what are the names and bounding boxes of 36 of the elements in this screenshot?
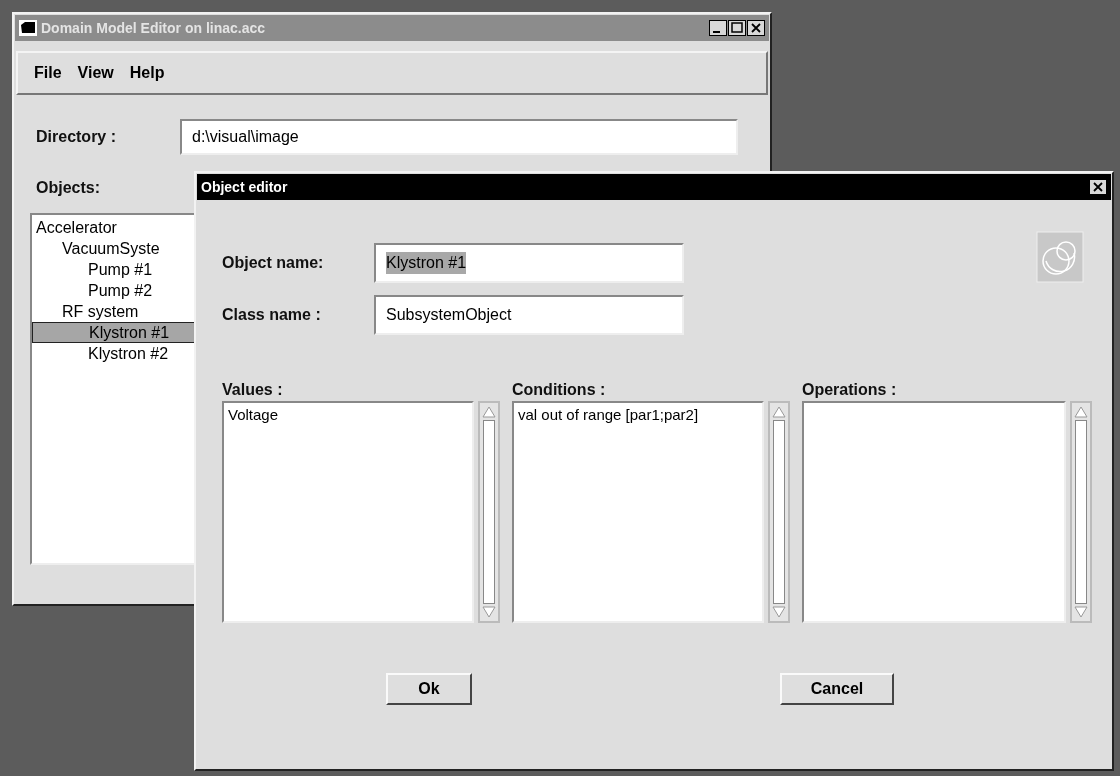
menu-item[interactable]: Help xyxy=(127,62,171,84)
down-arrow-icon xyxy=(1074,605,1088,619)
logo-icon xyxy=(1036,231,1084,283)
up-arrow-icon xyxy=(772,405,786,419)
window-title: Domain Model Editor on linac.acc xyxy=(41,20,267,36)
list-box[interactable]: val out of range [par1;par2] xyxy=(512,401,764,623)
list-label: Values : xyxy=(222,381,284,399)
text-field[interactable]: Klystron #1 xyxy=(374,243,684,283)
close-icon xyxy=(1089,179,1107,195)
close-icon xyxy=(747,20,765,36)
down-arrow-icon xyxy=(772,605,786,619)
menu-item[interactable]: View xyxy=(75,62,120,84)
scroll-bar[interactable] xyxy=(478,401,500,623)
menu-item[interactable]: File xyxy=(32,62,68,84)
field-label: Directory : xyxy=(36,128,118,146)
directory-field[interactable]: d:\visual\image xyxy=(180,119,738,155)
list-item[interactable]: Voltage xyxy=(228,405,468,425)
field-label: Class name : xyxy=(222,306,322,324)
scroll-bar[interactable] xyxy=(768,401,790,623)
scroll-bar[interactable] xyxy=(1070,401,1092,623)
up-arrow-icon xyxy=(482,405,496,419)
list-label: Operations : xyxy=(802,381,898,399)
down-arrow-icon xyxy=(482,605,496,619)
list-label: Conditions : xyxy=(512,381,607,399)
app-icon xyxy=(19,20,37,36)
dialog-button[interactable]: Cancel xyxy=(780,673,894,705)
list-item[interactable]: val out of range [par1;par2] xyxy=(518,405,758,425)
minimize-icon xyxy=(709,20,727,36)
list-box[interactable]: Voltage xyxy=(222,401,474,623)
text-field[interactable]: SubsystemObject xyxy=(374,295,684,335)
maximize-icon xyxy=(728,20,746,36)
field-label: Objects: xyxy=(36,179,100,196)
field-label: Object name: xyxy=(222,254,325,272)
dialog-button[interactable]: Ok xyxy=(386,673,472,705)
window-title: Object editor xyxy=(201,179,289,195)
up-arrow-icon xyxy=(1074,405,1088,419)
